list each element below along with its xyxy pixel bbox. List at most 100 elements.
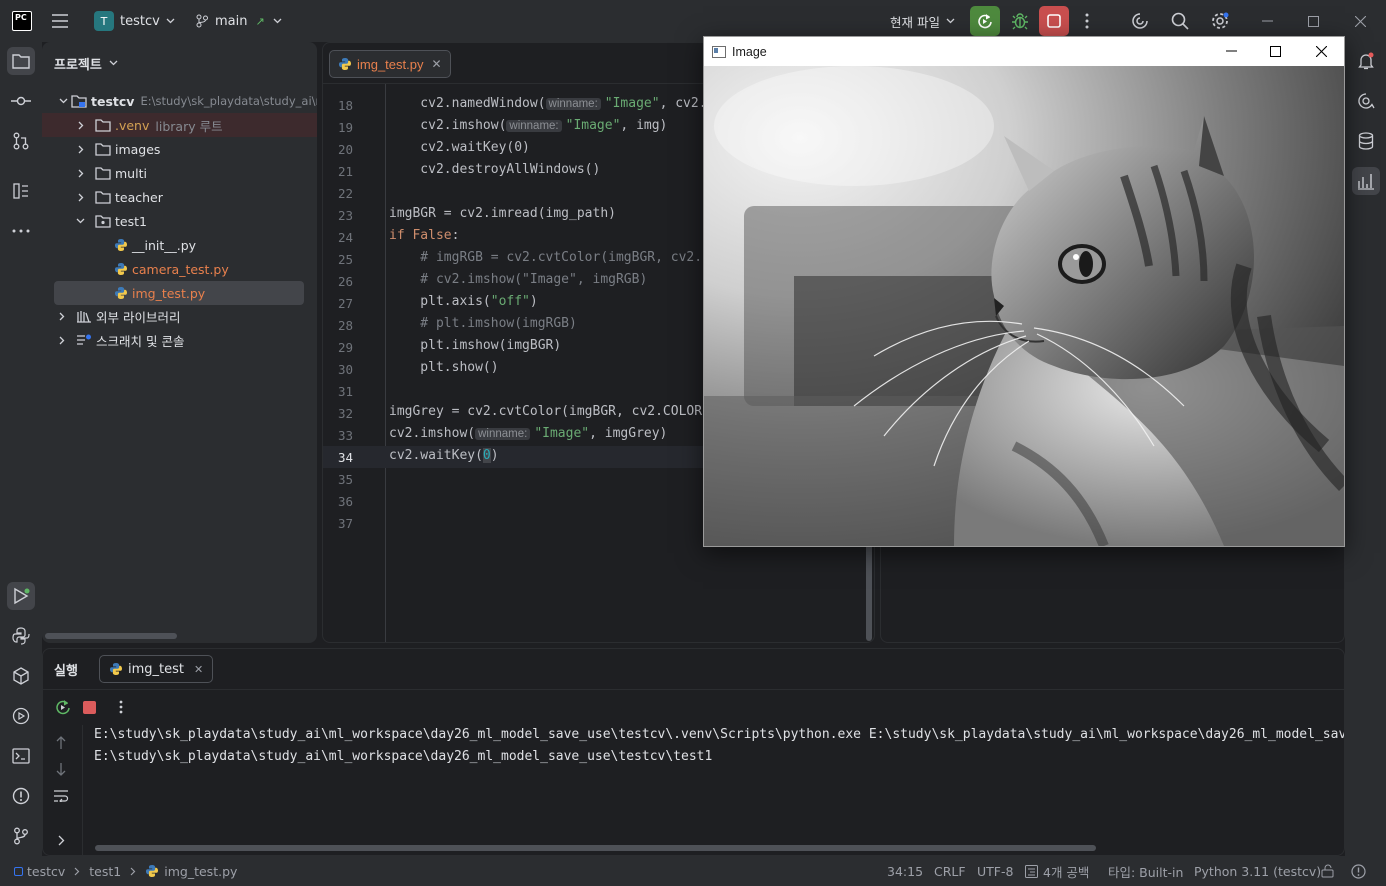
run-tool-button[interactable] — [7, 582, 35, 610]
caret-position[interactable]: 34:15 — [887, 856, 923, 886]
scroll-up-icon[interactable] — [51, 732, 71, 752]
rerun-button[interactable] — [970, 6, 1000, 36]
line-separator[interactable]: CRLF — [934, 856, 966, 886]
problems-indicator-icon[interactable] — [1351, 856, 1366, 886]
ai-chat-button[interactable] — [1352, 87, 1380, 115]
stop-small-button[interactable] — [79, 697, 99, 717]
tree-item-test1[interactable]: test1 — [42, 209, 317, 233]
tree-item-multi[interactable]: multi — [42, 161, 317, 185]
image-minimize-button[interactable] — [1216, 40, 1246, 62]
settings-gear-icon[interactable] — [1208, 9, 1232, 33]
minimize-button[interactable] — [1252, 9, 1282, 33]
breadcrumb-project[interactable]: testcv — [27, 864, 65, 879]
pull-requests-tool-button[interactable] — [7, 127, 35, 155]
tree-item-label: camera_test.py — [132, 261, 229, 277]
run-tool-window: 실행 img_test ✕ E:\study\sk_playdata\study… — [42, 648, 1345, 856]
tree-root-testcv[interactable]: testcv E:\study\sk_playdata\study_ai\ml_… — [42, 89, 317, 113]
run-tab-img-test[interactable]: img_test ✕ — [99, 655, 214, 683]
packages-icon — [13, 667, 29, 685]
python-console-tool-button[interactable] — [7, 622, 35, 650]
tree-item-camera-test-py[interactable]: camera_test.py — [42, 257, 317, 281]
image-window-titlebar[interactable]: Image — [704, 37, 1344, 66]
image-close-button[interactable] — [1306, 40, 1336, 62]
line-number: 35 — [337, 472, 353, 487]
git-branch-icon — [14, 827, 28, 845]
close-window-button[interactable] — [1345, 9, 1375, 33]
project-badge: T — [94, 11, 114, 31]
tree-item-label: images — [115, 141, 161, 157]
code-line-19: cv2.imshow(winname: "Image", img) — [389, 118, 668, 133]
module-folder-icon — [71, 94, 87, 108]
tree-item-images[interactable]: images — [42, 137, 317, 161]
run-more-icon[interactable] — [111, 697, 131, 717]
maximize-button[interactable] — [1298, 9, 1328, 33]
run-panel-title: 실행 — [54, 664, 78, 679]
close-tab-icon[interactable]: ✕ — [194, 663, 203, 676]
tree-item-teacher[interactable]: teacher — [42, 185, 317, 209]
editor-tab-img-test-py[interactable]: img_test.py ✕ — [329, 50, 451, 78]
type-checker[interactable]: 타입: Built-in — [1108, 856, 1183, 886]
git-tool-button[interactable] — [7, 822, 35, 850]
more-tools-icon[interactable] — [7, 217, 35, 245]
chevron-right-icon — [78, 121, 92, 130]
code-line-20: cv2.waitKey(0) — [389, 140, 530, 155]
breadcrumb-file[interactable]: img_test.py — [164, 864, 237, 879]
readonly-lock-icon[interactable] — [1321, 856, 1334, 886]
app-logo[interactable]: PC — [12, 11, 32, 31]
terminal-tool-button[interactable] — [7, 742, 35, 770]
tree-item-img-test-py[interactable]: img_test.py — [54, 281, 304, 305]
tree-item-label: 스크래치 및 콘솔 — [96, 333, 185, 349]
code-line-23: imgBGR = cv2.imread(img_path) — [389, 206, 616, 221]
chevron-down-icon — [109, 60, 118, 66]
folder-icon — [95, 166, 111, 180]
image-maximize-button[interactable] — [1260, 40, 1290, 62]
outgoing-arrow-icon: ↗ — [255, 14, 265, 28]
run-toolbar-divider — [43, 689, 1344, 690]
breadcrumb: testcv test1 img_test.py — [14, 856, 237, 886]
project-name: testcv — [120, 13, 160, 29]
python-file-icon — [114, 286, 128, 300]
opencv-image-window[interactable]: Image — [703, 36, 1345, 547]
structure-tool-button[interactable] — [7, 177, 35, 205]
line-number: 21 — [337, 164, 353, 179]
code-line-26: # cv2.imshow("Image", imgRGB) — [389, 272, 648, 287]
project-widget[interactable]: T testcv — [94, 0, 175, 42]
scroll-down-icon[interactable] — [51, 759, 71, 779]
expand-chevron-icon[interactable] — [51, 830, 71, 850]
indent-setting[interactable]: 4개 공백 — [1025, 856, 1089, 886]
image-window-title: Image — [732, 44, 767, 59]
structure-icon — [13, 183, 28, 199]
more-actions-icon[interactable] — [1077, 9, 1097, 33]
tree-item-external-libraries[interactable]: 외부 라이브러리 — [42, 304, 317, 328]
database-button[interactable] — [1352, 127, 1380, 155]
vcs-widget[interactable]: main ↗ — [196, 0, 282, 42]
tree-item-init-py[interactable]: __init__.py — [42, 233, 317, 257]
console-horizontal-scrollbar[interactable] — [95, 845, 1096, 851]
tree-item-scratches[interactable]: 스크래치 및 콘솔 — [42, 328, 317, 352]
ai-assistant-icon[interactable] — [1128, 9, 1152, 33]
line-number: 36 — [337, 494, 353, 509]
commit-tool-button[interactable] — [7, 87, 35, 115]
horizontal-scrollbar[interactable] — [45, 633, 177, 639]
soft-wrap-icon[interactable] — [51, 786, 71, 806]
search-icon[interactable] — [1168, 9, 1192, 33]
services-tool-button[interactable] — [7, 702, 35, 730]
stop-button[interactable] — [1039, 6, 1069, 36]
project-tool-button[interactable] — [7, 47, 35, 75]
left-tool-strip — [0, 42, 42, 856]
rerun-small-button[interactable] — [53, 697, 73, 717]
file-encoding[interactable]: UTF-8 — [977, 856, 1013, 886]
sciview-button[interactable] — [1352, 167, 1380, 195]
close-tab-icon[interactable]: ✕ — [431, 57, 441, 71]
tree-item-venv[interactable]: .venv library 루트 — [42, 113, 317, 137]
project-panel-header[interactable]: 프로젝트 — [54, 52, 118, 74]
breadcrumb-folder[interactable]: test1 — [89, 864, 121, 879]
branch-name: main — [215, 13, 248, 29]
problems-tool-button[interactable] — [7, 782, 35, 810]
python-interpreter[interactable]: Python 3.11 (testcv) — [1194, 856, 1321, 886]
notifications-button[interactable] — [1352, 47, 1380, 75]
problems-icon — [12, 787, 30, 805]
debug-button[interactable] — [1006, 6, 1034, 36]
main-menu-icon[interactable] — [48, 9, 72, 33]
python-packages-tool-button[interactable] — [7, 662, 35, 690]
